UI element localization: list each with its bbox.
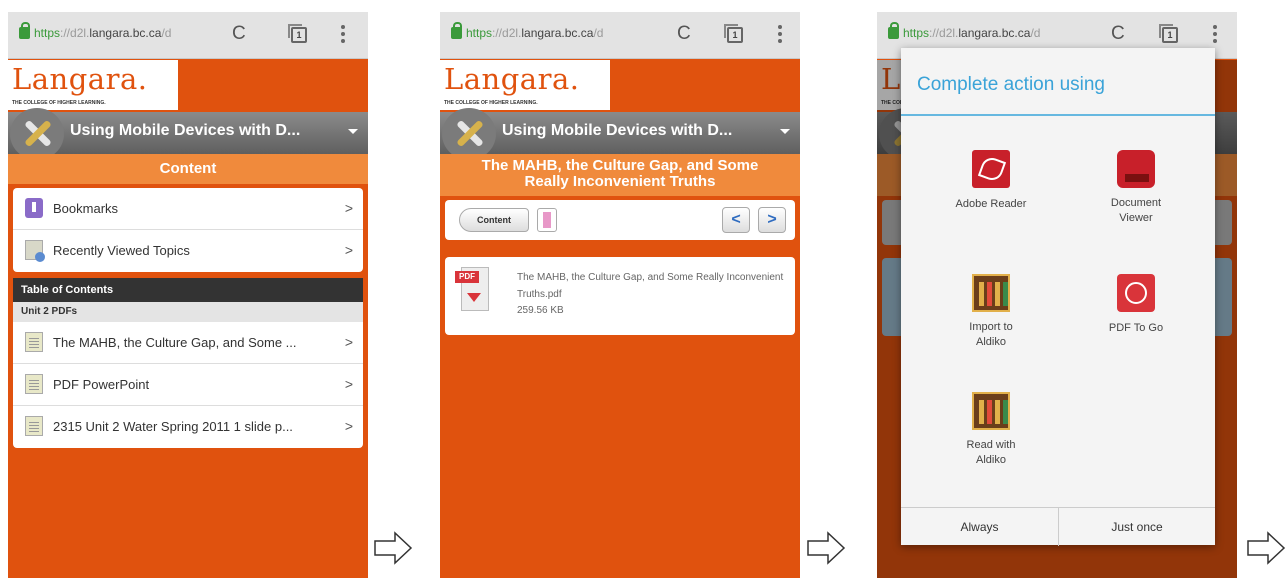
chevron-right-icon: > <box>344 376 353 392</box>
list-item-bookmarks[interactable]: Bookmarks > <box>13 188 363 230</box>
document-icon <box>25 332 43 352</box>
next-step-arrow-icon <box>374 531 413 565</box>
just-once-button[interactable]: Just once <box>1058 508 1215 546</box>
document-icon <box>25 374 43 394</box>
phone-screen-open-with: https://d2l.langara.bc.ca/d C 1 Langara.… <box>877 12 1237 578</box>
complete-action-dialog: Complete action using Adobe Reader Docum… <box>901 48 1215 546</box>
course-title: Using Mobile Devices with D... <box>502 122 733 139</box>
lock-icon <box>888 22 899 39</box>
topic-nav-bar: Content < > <box>445 200 795 240</box>
url-text[interactable]: https://d2l.langara.bc.ca/d <box>466 26 603 40</box>
document-viewer-icon <box>1117 150 1155 188</box>
toc-item[interactable]: The MAHB, the Culture Gap, and Some ... … <box>13 322 363 364</box>
reload-icon[interactable]: C <box>1111 23 1125 45</box>
previous-topic-button[interactable]: < <box>722 207 750 233</box>
chevron-right-icon: > <box>344 242 353 258</box>
browser-url-bar[interactable]: https://d2l.langara.bc.ca/d C 1 <box>8 12 368 59</box>
phone-screen-content: https://d2l.langara.bc.ca/d C 1 Langara.… <box>8 12 368 578</box>
tabs-icon[interactable]: 1 <box>1159 24 1178 43</box>
dialog-divider <box>901 114 1215 116</box>
course-selector[interactable]: Using Mobile Devices with D... <box>440 108 800 160</box>
phone-screen-topic: https://d2l.langara.bc.ca/d C 1 Langara.… <box>440 12 800 578</box>
app-option-import-to-aldiko[interactable]: Import to Aldiko <box>926 274 1056 350</box>
section-title: Content <box>8 154 368 184</box>
bookmark-toggle-icon[interactable] <box>537 208 557 232</box>
tools-icon <box>10 108 64 160</box>
lock-icon <box>451 22 462 39</box>
content-button[interactable]: Content <box>459 208 529 232</box>
dialog-title: Complete action using <box>917 74 1105 95</box>
always-button[interactable]: Always <box>901 508 1058 546</box>
url-text[interactable]: https://d2l.langara.bc.ca/d <box>903 26 1040 40</box>
url-text[interactable]: https://d2l.langara.bc.ca/d <box>34 26 171 40</box>
overflow-menu-icon[interactable] <box>341 25 345 45</box>
tools-icon <box>442 108 496 160</box>
langara-logo: Langara. THE COLLEGE OF HIGHER LEARNING. <box>8 60 178 110</box>
next-step-arrow-icon <box>807 531 846 565</box>
file-name[interactable]: The MAHB, the Culture Gap, and Some Real… <box>517 269 787 303</box>
bookmark-icon <box>25 198 43 218</box>
toc-item[interactable]: 2315 Unit 2 Water Spring 2011 1 slide p.… <box>13 406 363 448</box>
app-option-adobe-reader[interactable]: Adobe Reader <box>926 150 1056 212</box>
file-size: 259.56 KB <box>517 305 564 316</box>
app-option-document-viewer[interactable]: Document Viewer <box>1071 150 1201 226</box>
overflow-menu-icon[interactable] <box>1213 25 1217 45</box>
lock-icon <box>19 22 30 39</box>
aldiko-icon <box>972 392 1010 430</box>
app-option-pdf-to-go[interactable]: PDF To Go <box>1071 274 1201 336</box>
pdf-to-go-icon <box>1117 274 1155 312</box>
reload-icon[interactable]: C <box>677 23 691 45</box>
langara-logo: Langara. THE COLLEGE OF HIGHER LEARNING. <box>440 60 610 110</box>
pdf-file-icon: PDF <box>455 267 489 317</box>
dialog-footer: Always Just once <box>901 507 1215 546</box>
tabs-icon[interactable]: 1 <box>724 24 743 43</box>
browser-url-bar[interactable]: https://d2l.langara.bc.ca/d C 1 <box>440 12 800 59</box>
list-item-recently-viewed[interactable]: Recently Viewed Topics > <box>13 230 363 272</box>
chevron-right-icon: > <box>344 418 353 434</box>
chevron-right-icon: > <box>344 200 353 216</box>
topic-title: The MAHB, the Culture Gap, and Some Real… <box>440 154 800 196</box>
tabs-icon[interactable]: 1 <box>288 24 307 43</box>
next-step-arrow-icon <box>1247 531 1286 565</box>
reload-icon[interactable]: C <box>232 23 246 45</box>
recent-topics-icon <box>25 240 45 262</box>
file-download-card[interactable]: PDF The MAHB, the Culture Gap, and Some … <box>445 257 795 335</box>
course-selector[interactable]: Using Mobile Devices with D... <box>8 108 368 160</box>
adobe-reader-icon <box>972 150 1010 188</box>
next-topic-button[interactable]: > <box>758 207 786 233</box>
aldiko-icon <box>972 274 1010 312</box>
app-option-read-with-aldiko[interactable]: Read with Aldiko <box>926 392 1056 468</box>
overflow-menu-icon[interactable] <box>778 25 782 45</box>
toc-header: Table of Contents <box>13 278 363 302</box>
chevron-down-icon <box>348 129 358 134</box>
chevron-down-icon <box>780 129 790 134</box>
quick-links-card: Bookmarks > Recently Viewed Topics > <box>13 188 363 272</box>
toc-item[interactable]: PDF PowerPoint > <box>13 364 363 406</box>
toc-list: The MAHB, the Culture Gap, and Some ... … <box>13 322 363 448</box>
document-icon <box>25 416 43 436</box>
chevron-right-icon: > <box>344 334 353 350</box>
course-title: Using Mobile Devices with D... <box>70 122 301 139</box>
unit-header: Unit 2 PDFs <box>13 302 363 322</box>
